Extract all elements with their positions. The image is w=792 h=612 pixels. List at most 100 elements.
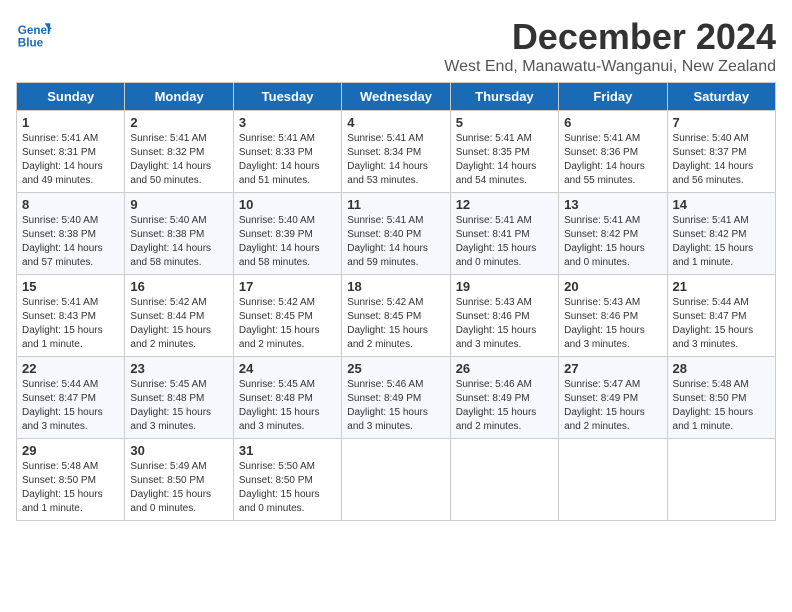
- day-info: Sunrise: 5:43 AM Sunset: 8:46 PM Dayligh…: [564, 296, 661, 352]
- day-info: Sunrise: 5:40 AM Sunset: 8:38 PM Dayligh…: [130, 214, 227, 270]
- day-number: 28: [673, 361, 770, 376]
- day-info: Sunrise: 5:40 AM Sunset: 8:38 PM Dayligh…: [22, 214, 119, 270]
- day-number: 12: [456, 197, 553, 212]
- calendar-cell: 15 Sunrise: 5:41 AM Sunset: 8:43 PM Dayl…: [17, 275, 125, 357]
- day-number: 23: [130, 361, 227, 376]
- day-info: Sunrise: 5:41 AM Sunset: 8:43 PM Dayligh…: [22, 296, 119, 352]
- day-number: 24: [239, 361, 336, 376]
- calendar-cell: 10 Sunrise: 5:40 AM Sunset: 8:39 PM Dayl…: [233, 193, 341, 275]
- day-info: Sunrise: 5:40 AM Sunset: 8:37 PM Dayligh…: [673, 132, 770, 188]
- calendar-body: 1 Sunrise: 5:41 AM Sunset: 8:31 PM Dayli…: [17, 111, 776, 521]
- day-info: Sunrise: 5:46 AM Sunset: 8:49 PM Dayligh…: [347, 378, 444, 434]
- day-number: 9: [130, 197, 227, 212]
- calendar-cell: 2 Sunrise: 5:41 AM Sunset: 8:32 PM Dayli…: [125, 111, 233, 193]
- day-number: 16: [130, 279, 227, 294]
- day-number: 22: [22, 361, 119, 376]
- day-number: 27: [564, 361, 661, 376]
- day-number: 17: [239, 279, 336, 294]
- calendar-cell: 27 Sunrise: 5:47 AM Sunset: 8:49 PM Dayl…: [559, 357, 667, 439]
- day-number: 4: [347, 115, 444, 130]
- day-info: Sunrise: 5:49 AM Sunset: 8:50 PM Dayligh…: [130, 460, 227, 516]
- calendar-cell: 1 Sunrise: 5:41 AM Sunset: 8:31 PM Dayli…: [17, 111, 125, 193]
- calendar-cell: 30 Sunrise: 5:49 AM Sunset: 8:50 PM Dayl…: [125, 439, 233, 521]
- calendar-header-row: SundayMondayTuesdayWednesdayThursdayFrid…: [17, 83, 776, 111]
- day-number: 5: [456, 115, 553, 130]
- calendar-cell: 23 Sunrise: 5:45 AM Sunset: 8:48 PM Dayl…: [125, 357, 233, 439]
- day-header-sunday: Sunday: [17, 83, 125, 111]
- day-info: Sunrise: 5:41 AM Sunset: 8:41 PM Dayligh…: [456, 214, 553, 270]
- calendar-cell: [342, 439, 450, 521]
- day-number: 26: [456, 361, 553, 376]
- day-number: 15: [22, 279, 119, 294]
- day-info: Sunrise: 5:47 AM Sunset: 8:49 PM Dayligh…: [564, 378, 661, 434]
- day-number: 13: [564, 197, 661, 212]
- calendar-cell: 12 Sunrise: 5:41 AM Sunset: 8:41 PM Dayl…: [450, 193, 558, 275]
- day-number: 10: [239, 197, 336, 212]
- day-info: Sunrise: 5:42 AM Sunset: 8:45 PM Dayligh…: [239, 296, 336, 352]
- day-header-thursday: Thursday: [450, 83, 558, 111]
- day-number: 7: [673, 115, 770, 130]
- day-header-saturday: Saturday: [667, 83, 775, 111]
- calendar-cell: [559, 439, 667, 521]
- day-number: 14: [673, 197, 770, 212]
- calendar-cell: 22 Sunrise: 5:44 AM Sunset: 8:47 PM Dayl…: [17, 357, 125, 439]
- day-info: Sunrise: 5:48 AM Sunset: 8:50 PM Dayligh…: [22, 460, 119, 516]
- day-info: Sunrise: 5:45 AM Sunset: 8:48 PM Dayligh…: [130, 378, 227, 434]
- day-info: Sunrise: 5:41 AM Sunset: 8:35 PM Dayligh…: [456, 132, 553, 188]
- day-number: 30: [130, 443, 227, 458]
- calendar-cell: 20 Sunrise: 5:43 AM Sunset: 8:46 PM Dayl…: [559, 275, 667, 357]
- location-title: West End, Manawatu-Wanganui, New Zealand: [444, 58, 776, 76]
- calendar-cell: 31 Sunrise: 5:50 AM Sunset: 8:50 PM Dayl…: [233, 439, 341, 521]
- page-header: General Blue December 2024 West End, Man…: [16, 16, 776, 76]
- day-number: 8: [22, 197, 119, 212]
- day-number: 11: [347, 197, 444, 212]
- day-info: Sunrise: 5:44 AM Sunset: 8:47 PM Dayligh…: [22, 378, 119, 434]
- calendar-cell: [450, 439, 558, 521]
- calendar-cell: 13 Sunrise: 5:41 AM Sunset: 8:42 PM Dayl…: [559, 193, 667, 275]
- day-info: Sunrise: 5:41 AM Sunset: 8:36 PM Dayligh…: [564, 132, 661, 188]
- day-info: Sunrise: 5:46 AM Sunset: 8:49 PM Dayligh…: [456, 378, 553, 434]
- calendar-week-5: 29 Sunrise: 5:48 AM Sunset: 8:50 PM Dayl…: [17, 439, 776, 521]
- day-number: 29: [22, 443, 119, 458]
- calendar-cell: 14 Sunrise: 5:41 AM Sunset: 8:42 PM Dayl…: [667, 193, 775, 275]
- calendar-cell: 7 Sunrise: 5:40 AM Sunset: 8:37 PM Dayli…: [667, 111, 775, 193]
- day-number: 18: [347, 279, 444, 294]
- svg-text:Blue: Blue: [18, 37, 44, 50]
- day-header-wednesday: Wednesday: [342, 83, 450, 111]
- calendar-cell: 3 Sunrise: 5:41 AM Sunset: 8:33 PM Dayli…: [233, 111, 341, 193]
- day-number: 21: [673, 279, 770, 294]
- day-header-tuesday: Tuesday: [233, 83, 341, 111]
- day-number: 19: [456, 279, 553, 294]
- calendar-cell: 19 Sunrise: 5:43 AM Sunset: 8:46 PM Dayl…: [450, 275, 558, 357]
- calendar-week-1: 1 Sunrise: 5:41 AM Sunset: 8:31 PM Dayli…: [17, 111, 776, 193]
- day-info: Sunrise: 5:42 AM Sunset: 8:45 PM Dayligh…: [347, 296, 444, 352]
- calendar-cell: 9 Sunrise: 5:40 AM Sunset: 8:38 PM Dayli…: [125, 193, 233, 275]
- day-number: 1: [22, 115, 119, 130]
- title-area: December 2024 West End, Manawatu-Wanganu…: [444, 16, 776, 76]
- day-info: Sunrise: 5:42 AM Sunset: 8:44 PM Dayligh…: [130, 296, 227, 352]
- calendar-cell: 16 Sunrise: 5:42 AM Sunset: 8:44 PM Dayl…: [125, 275, 233, 357]
- day-number: 31: [239, 443, 336, 458]
- logo: General Blue: [16, 16, 56, 52]
- calendar-cell: 11 Sunrise: 5:41 AM Sunset: 8:40 PM Dayl…: [342, 193, 450, 275]
- day-info: Sunrise: 5:41 AM Sunset: 8:42 PM Dayligh…: [564, 214, 661, 270]
- calendar-cell: 17 Sunrise: 5:42 AM Sunset: 8:45 PM Dayl…: [233, 275, 341, 357]
- calendar-cell: 21 Sunrise: 5:44 AM Sunset: 8:47 PM Dayl…: [667, 275, 775, 357]
- calendar-cell: 4 Sunrise: 5:41 AM Sunset: 8:34 PM Dayli…: [342, 111, 450, 193]
- calendar-cell: 6 Sunrise: 5:41 AM Sunset: 8:36 PM Dayli…: [559, 111, 667, 193]
- day-header-friday: Friday: [559, 83, 667, 111]
- calendar-cell: 26 Sunrise: 5:46 AM Sunset: 8:49 PM Dayl…: [450, 357, 558, 439]
- day-info: Sunrise: 5:40 AM Sunset: 8:39 PM Dayligh…: [239, 214, 336, 270]
- day-info: Sunrise: 5:41 AM Sunset: 8:33 PM Dayligh…: [239, 132, 336, 188]
- calendar-week-3: 15 Sunrise: 5:41 AM Sunset: 8:43 PM Dayl…: [17, 275, 776, 357]
- day-number: 25: [347, 361, 444, 376]
- day-info: Sunrise: 5:41 AM Sunset: 8:31 PM Dayligh…: [22, 132, 119, 188]
- day-header-monday: Monday: [125, 83, 233, 111]
- day-info: Sunrise: 5:41 AM Sunset: 8:42 PM Dayligh…: [673, 214, 770, 270]
- day-info: Sunrise: 5:50 AM Sunset: 8:50 PM Dayligh…: [239, 460, 336, 516]
- calendar-cell: [667, 439, 775, 521]
- calendar-cell: 25 Sunrise: 5:46 AM Sunset: 8:49 PM Dayl…: [342, 357, 450, 439]
- day-info: Sunrise: 5:41 AM Sunset: 8:32 PM Dayligh…: [130, 132, 227, 188]
- day-number: 20: [564, 279, 661, 294]
- day-info: Sunrise: 5:41 AM Sunset: 8:40 PM Dayligh…: [347, 214, 444, 270]
